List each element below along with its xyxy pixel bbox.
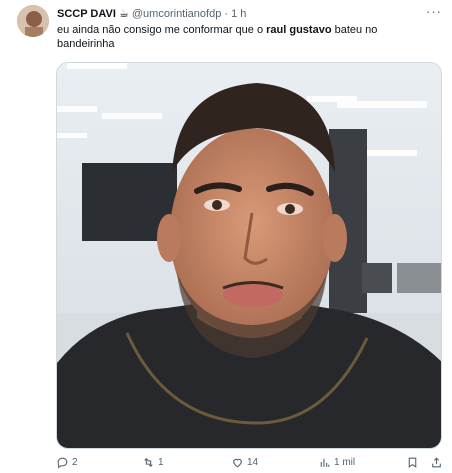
retweet-button[interactable]: 1 [142,456,164,469]
display-name[interactable]: SCCP DAVI [57,8,116,20]
avatar-image [17,5,49,37]
more-icon[interactable]: ··· [426,4,442,19]
reply-button[interactable]: 2 [56,456,78,469]
reply-count: 2 [72,457,78,468]
timestamp[interactable]: 1 h [231,8,246,20]
retweet-count: 1 [158,457,164,468]
views-count: 1 mil [334,457,356,468]
avatar[interactable] [17,5,49,37]
views-icon [320,458,330,467]
like-icon [233,458,242,468]
tweet-header: SCCP DAVI ☕ @umcorintianofdp · 1 h [57,7,438,23]
action-bar: 2 1 14 1 mil [56,456,446,472]
share-icon [432,457,441,468]
bookmark-button[interactable] [406,456,419,469]
like-count: 14 [247,457,259,468]
views-button[interactable]: 1 mil [318,456,355,469]
name-emoji: ☕ [118,8,129,20]
bookmark-icon [408,457,417,468]
reply-icon [57,457,68,469]
tweet[interactable]: SCCP DAVI ☕ @umcorintianofdp · 1 h ··· e… [0,0,452,473]
tweet-media[interactable] [56,62,442,449]
retweet-icon [144,457,153,468]
like-button[interactable]: 14 [231,456,258,469]
tweet-text: eu ainda não consigo me conformar que o … [57,23,427,51]
share-button[interactable] [430,456,443,469]
media-photo [57,63,441,448]
separator: · [224,8,229,20]
tweet-text-bold: raul gustavo [266,24,332,36]
handle[interactable]: @umcorintianofdp [132,8,221,20]
tweet-text-part1: eu ainda não consigo me conformar que o [57,24,267,36]
